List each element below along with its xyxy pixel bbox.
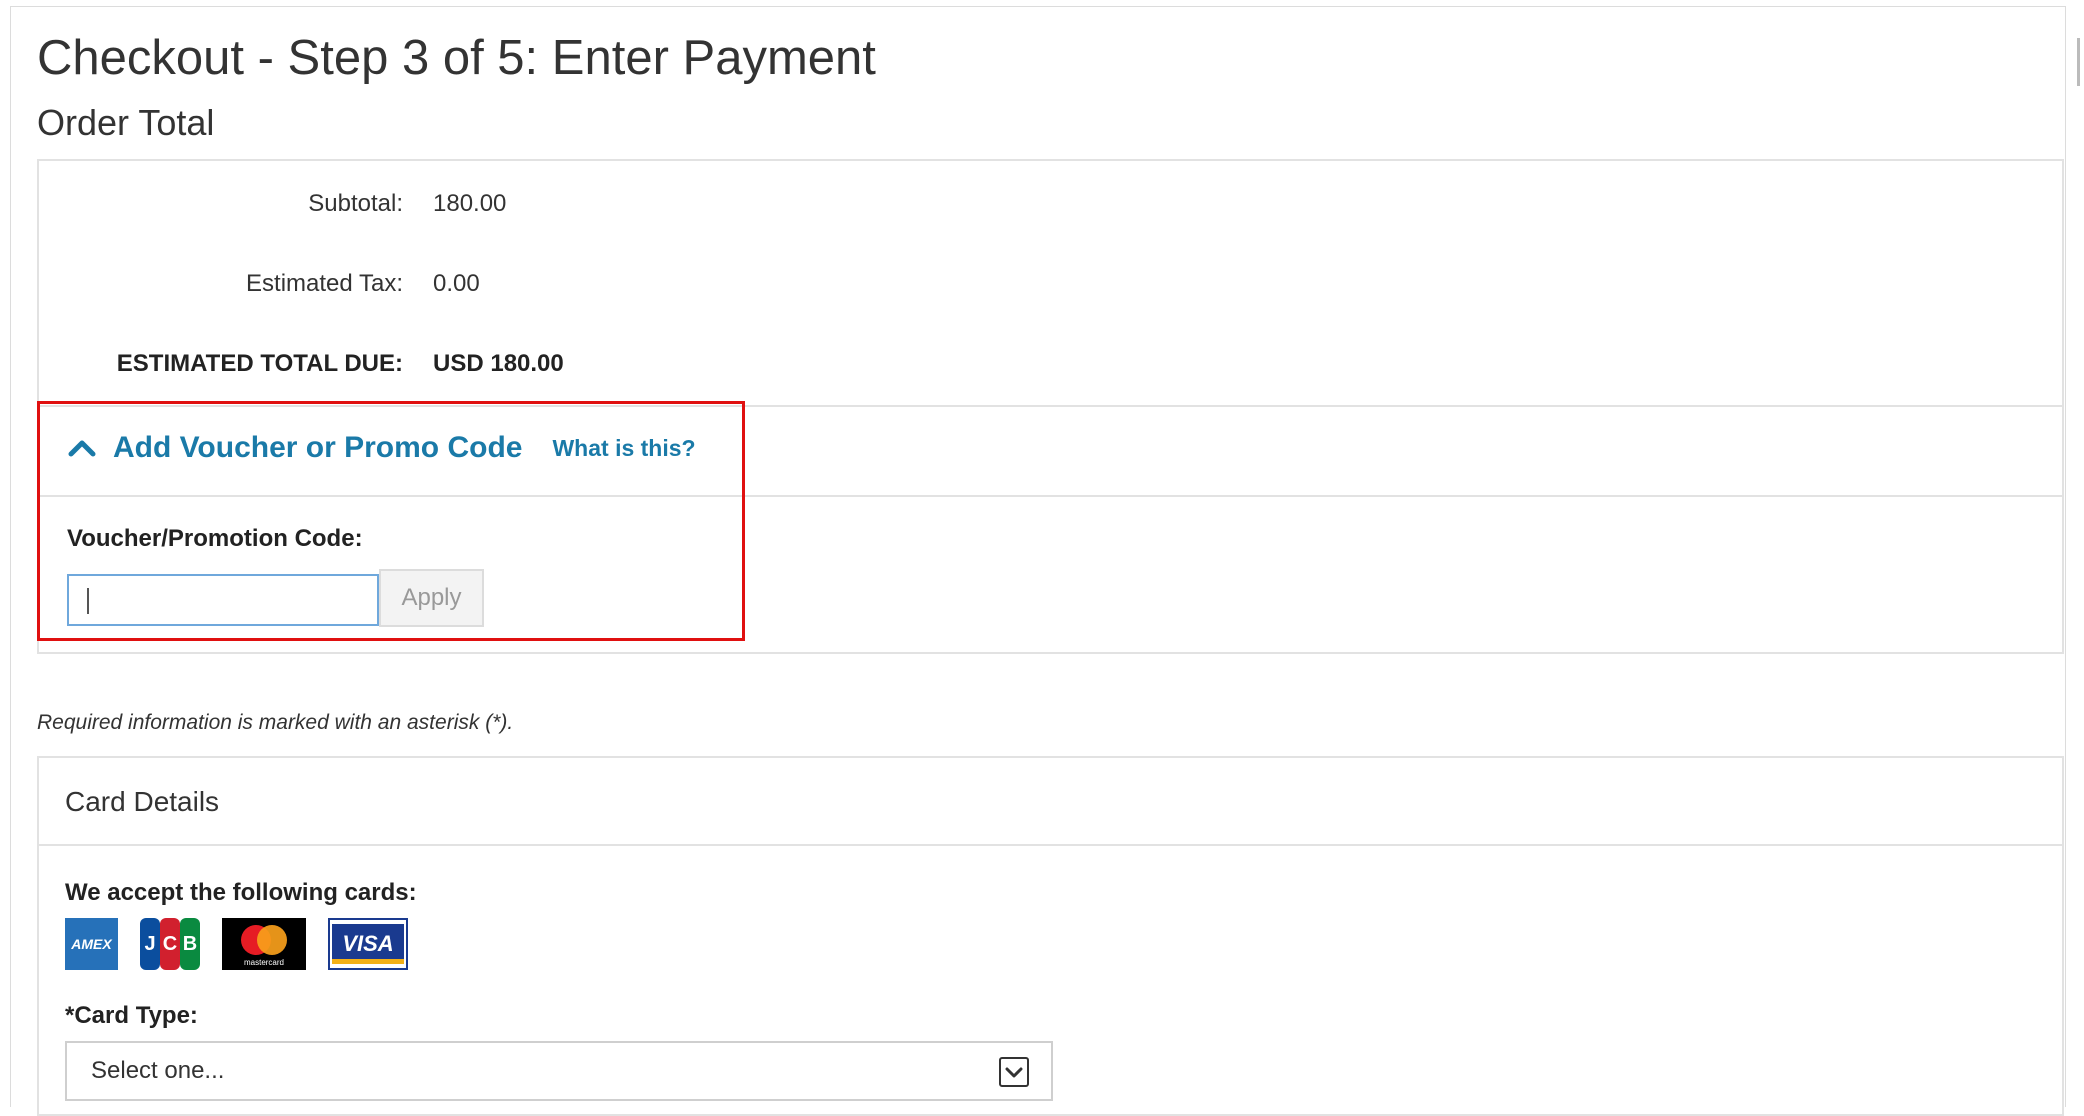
card-type-select[interactable]: Select one... <box>65 1041 1053 1101</box>
voucher-toggle[interactable]: Add Voucher or Promo Code What is this? <box>67 431 696 465</box>
order-total-heading: Order Total <box>37 102 215 143</box>
text-cursor <box>87 588 89 614</box>
estimated-total-label: ESTIMATED TOTAL DUE: <box>116 350 403 377</box>
card-details-header: Card Details <box>39 758 2062 846</box>
order-total-panel: Subtotal: 180.00 Estimated Tax: 0.00 EST… <box>37 159 2064 654</box>
apply-button[interactable]: Apply <box>379 569 484 627</box>
scrollbar-thumb[interactable] <box>2077 38 2080 86</box>
required-info-note: Required information is marked with an a… <box>37 711 514 734</box>
voucher-toggle-label: Add Voucher or Promo Code <box>113 431 523 464</box>
estimated-tax-value: 0.00 <box>433 270 480 297</box>
jcb-logo: JCB <box>140 918 200 970</box>
checkout-page: Checkout - Step 3 of 5: Enter Payment Or… <box>0 0 2084 1116</box>
mastercard-logo: mastercard <box>222 918 306 970</box>
visa-logo: VISA <box>328 918 408 970</box>
subtotal-label: Subtotal: <box>308 190 403 217</box>
card-details-title: Card Details <box>65 786 220 817</box>
estimated-tax-row: Estimated Tax: 0.00 <box>39 264 2062 304</box>
chevron-up-icon <box>68 440 96 457</box>
estimated-tax-label: Estimated Tax: <box>246 270 403 297</box>
page-title: Checkout - Step 3 of 5: Enter Payment <box>37 31 876 85</box>
card-type-selected-value: Select one... <box>91 1057 225 1084</box>
voucher-code-input[interactable] <box>67 574 379 626</box>
accepted-cards-label: We accept the following cards: <box>65 879 417 906</box>
divider <box>39 405 2062 407</box>
estimated-total-row: ESTIMATED TOTAL DUE: USD 180.00 <box>39 344 2062 384</box>
what-is-this-link[interactable]: What is this? <box>552 435 695 462</box>
divider <box>39 495 2062 497</box>
voucher-code-label: Voucher/Promotion Code: <box>67 525 363 552</box>
card-type-label: *Card Type: <box>65 1002 198 1029</box>
subtotal-row: Subtotal: 180.00 <box>39 184 2062 224</box>
amex-logo: AMEX <box>65 918 118 970</box>
estimated-total-value: USD 180.00 <box>433 350 564 377</box>
accepted-cards-list: AMEX JCB mastercard VISA <box>65 918 430 970</box>
chevron-down-icon <box>999 1057 1029 1087</box>
card-details-panel: Card Details We accept the following car… <box>37 756 2064 1116</box>
subtotal-value: 180.00 <box>433 190 507 217</box>
